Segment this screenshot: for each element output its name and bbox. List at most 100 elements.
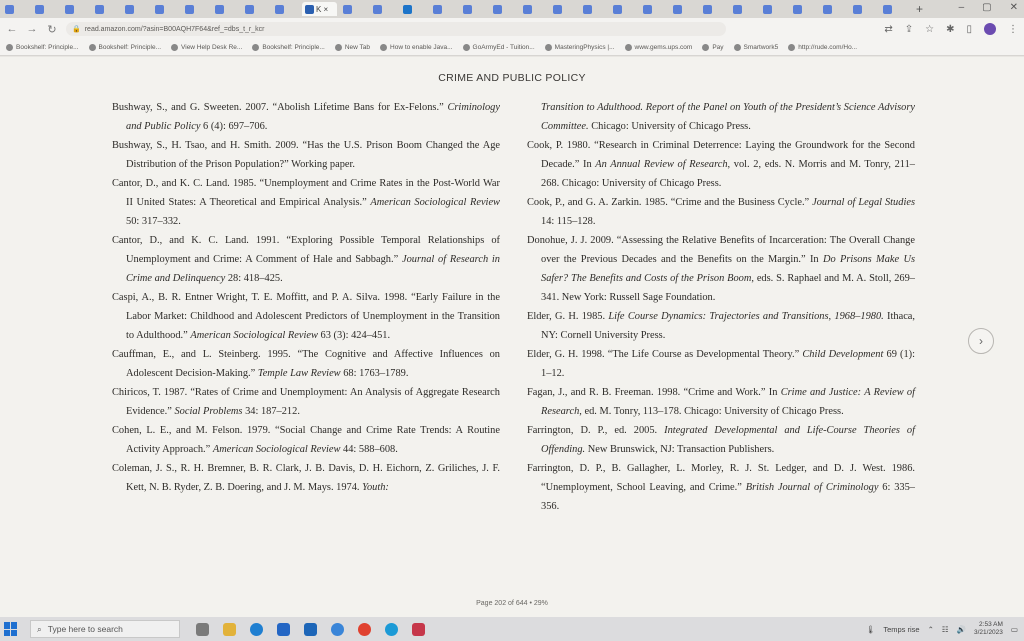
edge-dev-icon[interactable] bbox=[385, 622, 398, 636]
translate-icon[interactable]: ⇄ bbox=[884, 24, 892, 35]
chrome-icon[interactable] bbox=[358, 622, 371, 636]
browser-tab[interactable] bbox=[122, 2, 149, 16]
reference-continuation: Transition to Adulthood. Report of the P… bbox=[541, 102, 915, 132]
network-icon[interactable]: ☷ bbox=[942, 625, 949, 634]
browser-tab[interactable] bbox=[490, 2, 517, 16]
new-tab-button[interactable]: + bbox=[916, 2, 923, 16]
browser-tab[interactable] bbox=[242, 2, 269, 16]
browser-tab[interactable] bbox=[460, 2, 487, 16]
tab-favicon-icon bbox=[245, 4, 254, 14]
browser-tab[interactable] bbox=[670, 2, 697, 16]
browser-tab[interactable] bbox=[152, 2, 179, 16]
minimize-icon[interactable]: – bbox=[959, 2, 965, 13]
browser-tab[interactable] bbox=[580, 2, 607, 16]
browser-tab[interactable] bbox=[62, 2, 89, 16]
browser-tab[interactable] bbox=[272, 2, 299, 16]
bookmark-item[interactable]: Pay bbox=[702, 44, 724, 51]
browser-tab[interactable] bbox=[520, 2, 547, 16]
tab-label: K × bbox=[316, 4, 329, 14]
browser-tab[interactable] bbox=[790, 2, 817, 16]
weather-icon[interactable]: 🌡 bbox=[866, 625, 876, 634]
taskbar-apps bbox=[196, 622, 425, 636]
star-icon[interactable]: ☆ bbox=[925, 24, 934, 35]
close-icon[interactable]: ✕ bbox=[1010, 2, 1018, 13]
app-icon[interactable] bbox=[331, 622, 344, 636]
bookmark-label: Pay bbox=[712, 44, 724, 51]
search-placeholder: Type here to search bbox=[47, 624, 123, 634]
bookmark-item[interactable]: How to enable Java... bbox=[380, 44, 453, 51]
weather-text[interactable]: Temps rise bbox=[883, 625, 919, 634]
reload-icon[interactable]: ↻ bbox=[46, 23, 58, 36]
reference-entry: Cauffman, E., and L. Steinberg. 1995. “T… bbox=[112, 349, 500, 379]
bookmark-item[interactable]: Smartwork5 bbox=[733, 44, 778, 51]
office-icon[interactable] bbox=[412, 622, 425, 636]
browser-tab[interactable] bbox=[340, 2, 367, 16]
browser-tab[interactable] bbox=[640, 2, 667, 16]
browser-tab[interactable] bbox=[430, 2, 457, 16]
bookmark-label: How to enable Java... bbox=[390, 44, 453, 51]
tab-favicon-icon bbox=[463, 4, 472, 14]
reference-entry: Caspi, A., B. R. Entner Wright, T. E. Mo… bbox=[112, 292, 500, 341]
bookmark-item[interactable]: New Tab bbox=[334, 44, 370, 51]
bookmark-item[interactable]: Bookshelf: Principle... bbox=[88, 44, 161, 51]
bookmark-favicon-icon bbox=[252, 44, 260, 51]
reference-entry: Cantor, D., and K. C. Land. 1991. “Explo… bbox=[112, 235, 500, 284]
side-panel-icon[interactable]: ▯ bbox=[966, 24, 972, 35]
menu-icon[interactable]: ⋮ bbox=[1008, 24, 1018, 35]
chevron-up-icon[interactable]: ⌃ bbox=[928, 625, 934, 634]
bookmark-favicon-icon bbox=[788, 44, 796, 51]
next-page-button[interactable]: › bbox=[968, 328, 994, 354]
browser-tab[interactable] bbox=[370, 2, 397, 16]
browser-tab[interactable] bbox=[820, 2, 847, 16]
reference-entry: Bushway, S., and G. Sweeten. 2007. “Abol… bbox=[112, 102, 500, 132]
browser-tab[interactable] bbox=[182, 2, 209, 16]
tab-favicon-icon bbox=[643, 4, 652, 14]
browser-tab[interactable] bbox=[32, 2, 59, 16]
notifications-icon[interactable]: ▭ bbox=[1011, 625, 1018, 634]
bookmark-item[interactable]: http://rude.com/Ho... bbox=[788, 44, 857, 51]
browser-tab[interactable] bbox=[730, 2, 757, 16]
back-icon[interactable]: ← bbox=[6, 23, 18, 35]
browser-tab[interactable] bbox=[92, 2, 119, 16]
bookmark-item[interactable]: Bookshelf: Principle... bbox=[252, 44, 325, 51]
reference-entry: Coleman, J. S., R. H. Bremner, B. R. Cla… bbox=[112, 463, 500, 493]
window-controls: – ▢ ✕ bbox=[959, 2, 1018, 13]
volume-icon[interactable]: 🔊 bbox=[957, 625, 966, 634]
browser-tab[interactable] bbox=[850, 2, 877, 16]
bookmark-item[interactable]: www.gems.ups.com bbox=[624, 44, 692, 51]
system-tray: 🌡 Temps rise ⌃ ☷ 🔊 2:53 AM 3/21/2023 ▭ bbox=[866, 621, 1024, 637]
bookmark-item[interactable]: MasteringPhysics |... bbox=[544, 44, 615, 51]
profile-avatar[interactable] bbox=[984, 23, 996, 35]
bookmark-item[interactable]: GoArmyEd - Tuition... bbox=[462, 44, 535, 51]
share-icon[interactable]: ⇪ bbox=[905, 24, 913, 35]
maximize-icon[interactable]: ▢ bbox=[982, 2, 991, 13]
browser-tab[interactable] bbox=[2, 2, 29, 16]
browser-tab[interactable] bbox=[880, 2, 907, 16]
browser-tab[interactable] bbox=[610, 2, 637, 16]
tab-favicon-icon bbox=[343, 4, 352, 14]
browser-toolbar: ← → ↻ 🔒 read.amazon.com/?asin=B00AQH7F64… bbox=[0, 18, 1024, 40]
reference-entry: Cook, P., and G. A. Zarkin. 1985. “Crime… bbox=[527, 197, 915, 227]
browser-tab[interactable] bbox=[700, 2, 727, 16]
browser-tab[interactable] bbox=[400, 2, 427, 16]
windows-start-icon[interactable] bbox=[4, 622, 18, 636]
forward-icon[interactable]: → bbox=[26, 23, 38, 35]
browser-tab[interactable] bbox=[550, 2, 577, 16]
address-bar[interactable]: 🔒 read.amazon.com/?asin=B00AQH7F64&ref_=… bbox=[66, 22, 726, 36]
taskbar-search[interactable]: ⌕ Type here to search bbox=[30, 620, 180, 638]
store-icon[interactable] bbox=[277, 622, 290, 636]
browser-tab[interactable]: K × bbox=[302, 2, 337, 16]
browser-tab[interactable] bbox=[212, 2, 239, 16]
edge-icon[interactable] bbox=[250, 622, 263, 636]
browser-tab[interactable] bbox=[760, 2, 787, 16]
bookmark-item[interactable]: Bookshelf: Principle... bbox=[6, 44, 79, 51]
clock[interactable]: 2:53 AM 3/21/2023 bbox=[974, 621, 1003, 637]
extensions-icon[interactable]: ✱ bbox=[946, 24, 954, 35]
bookmark-label: http://rude.com/Ho... bbox=[798, 44, 858, 51]
bookmark-item[interactable]: View Help Desk Re... bbox=[171, 44, 242, 51]
task-view-icon[interactable] bbox=[196, 622, 209, 636]
mail-icon[interactable] bbox=[304, 622, 317, 636]
tab-favicon-icon bbox=[65, 4, 74, 14]
bookmark-favicon-icon bbox=[88, 44, 96, 51]
file-explorer-icon[interactable] bbox=[223, 622, 236, 636]
